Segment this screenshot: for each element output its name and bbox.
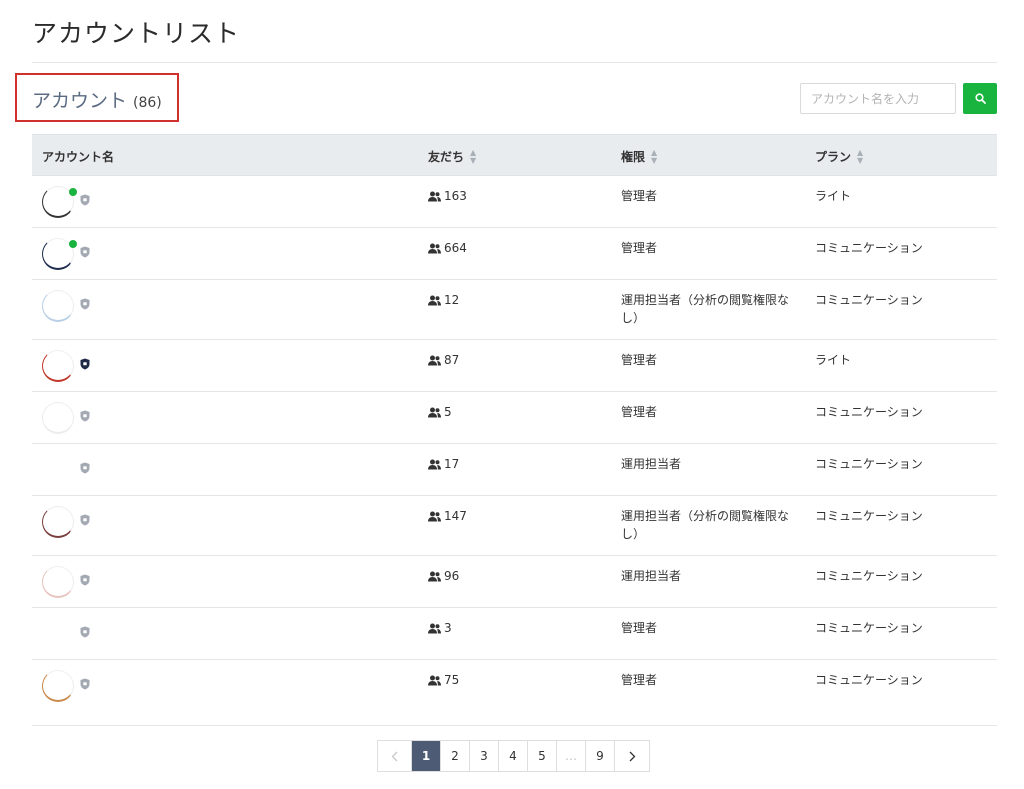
role-cell: 運用担当者（分析の閲覧権限なし） <box>621 293 790 325</box>
friend-count: 17 <box>428 455 459 473</box>
column-header-account-name: アカウント名 <box>42 150 115 164</box>
plan-cell: コミュニケーション <box>815 457 923 471</box>
plan-cell: コミュニケーション <box>815 673 923 687</box>
table-header: アカウント名 友だち ▲ ▼ 権限 ▲ ▼ プラン ▲ ▼ <box>32 134 997 176</box>
plan-cell: ライト <box>815 353 852 367</box>
title-divider <box>32 62 997 63</box>
role-cell: 運用担当者 <box>621 457 682 471</box>
sort-icon: ▲ ▼ <box>651 147 658 165</box>
plan-cell: ライト <box>815 189 852 203</box>
avatar <box>42 506 74 538</box>
plan-cell: コミュニケーション <box>815 569 923 583</box>
pagination-prev-button[interactable] <box>378 741 412 771</box>
people-icon <box>428 623 441 633</box>
table-row[interactable]: 664 管理者 コミュニケーション <box>32 228 997 280</box>
people-icon <box>428 243 441 253</box>
plan-cell: コミュニケーション <box>815 621 923 635</box>
online-status-dot <box>69 188 77 196</box>
search-icon <box>974 93 986 104</box>
section-title: アカウント (86) <box>32 86 162 113</box>
plan-cell: コミュニケーション <box>815 405 923 419</box>
people-icon <box>428 295 441 305</box>
pagination-next-button[interactable] <box>615 741 649 771</box>
friend-count: 96 <box>428 567 459 585</box>
friend-count: 3 <box>428 619 452 637</box>
column-header-plan[interactable]: プラン ▲ ▼ <box>815 148 863 165</box>
account-table-body: 163 管理者 ライト 664 管理者 コミュニケーション 12 運用担当者（分析の閲覧権限な… <box>32 176 997 726</box>
friend-count: 87 <box>428 351 459 369</box>
page-title: アカウントリスト <box>32 19 241 48</box>
friend-count: 12 <box>428 291 459 309</box>
role-cell: 運用担当者（分析の閲覧権限なし） <box>621 509 790 541</box>
people-icon <box>428 571 441 581</box>
shield-icon <box>80 574 90 586</box>
pagination-page-4[interactable]: 4 <box>499 741 528 771</box>
role-cell: 管理者 <box>621 241 658 255</box>
column-header-friends[interactable]: 友だち ▲ ▼ <box>428 148 476 165</box>
shield-icon <box>80 626 90 638</box>
pagination-page-1[interactable]: 1 <box>412 741 441 771</box>
search-input[interactable] <box>800 83 956 114</box>
chevron-left-icon <box>391 751 398 761</box>
role-cell: 管理者 <box>621 673 658 687</box>
pagination-page-5[interactable]: 5 <box>528 741 557 771</box>
online-status-dot <box>69 240 77 248</box>
table-row[interactable]: 163 管理者 ライト <box>32 176 997 228</box>
friend-count: 163 <box>428 187 467 205</box>
friend-count: 664 <box>428 239 467 257</box>
friend-count: 147 <box>428 507 467 525</box>
avatar <box>42 566 74 598</box>
section-title-label: アカウント <box>32 90 128 112</box>
shield-icon <box>80 514 90 526</box>
pagination-ellipsis: … <box>557 741 586 771</box>
account-count: (86) <box>133 95 162 111</box>
shield-icon <box>80 358 90 370</box>
shield-icon <box>80 462 90 474</box>
avatar <box>42 350 74 382</box>
people-icon <box>428 675 441 685</box>
pagination-page-3[interactable]: 3 <box>470 741 499 771</box>
shield-icon <box>80 298 90 310</box>
friend-count: 5 <box>428 403 452 421</box>
sort-icon: ▲ ▼ <box>857 147 864 165</box>
plan-cell: コミュニケーション <box>815 509 923 523</box>
role-cell: 管理者 <box>621 353 658 367</box>
people-icon <box>428 355 441 365</box>
plan-cell: コミュニケーション <box>815 293 923 307</box>
role-cell: 運用担当者 <box>621 569 682 583</box>
avatar <box>42 290 74 322</box>
pagination: 1 2 3 4 5… 9 <box>377 740 650 772</box>
role-cell: 管理者 <box>621 405 658 419</box>
shield-icon <box>80 194 90 206</box>
shield-icon <box>80 678 90 690</box>
table-row[interactable]: 75 管理者 コミュニケーション <box>32 660 997 726</box>
people-icon <box>428 511 441 521</box>
friend-count: 75 <box>428 671 459 689</box>
table-row[interactable]: 17 運用担当者 コミュニケーション <box>32 444 997 496</box>
people-icon <box>428 459 441 469</box>
search-button[interactable] <box>963 83 997 114</box>
column-header-role[interactable]: 権限 ▲ ▼ <box>621 148 657 165</box>
avatar <box>42 402 74 434</box>
chevron-right-icon <box>629 751 635 761</box>
pagination-page-2[interactable]: 2 <box>441 741 470 771</box>
table-row[interactable]: 147 運用担当者（分析の閲覧権限なし） コミュニケーション <box>32 496 997 556</box>
sort-icon: ▲ ▼ <box>470 147 477 165</box>
table-row[interactable]: 12 運用担当者（分析の閲覧権限なし） コミュニケーション <box>32 280 997 340</box>
plan-cell: コミュニケーション <box>815 241 923 255</box>
role-cell: 管理者 <box>621 189 658 203</box>
table-row[interactable]: 87 管理者 ライト <box>32 340 997 392</box>
table-row[interactable]: 5 管理者 コミュニケーション <box>32 392 997 444</box>
shield-icon <box>80 410 90 422</box>
avatar <box>42 670 74 702</box>
shield-icon <box>80 246 90 258</box>
avatar <box>42 618 74 650</box>
table-row[interactable]: 96 運用担当者 コミュニケーション <box>32 556 997 608</box>
people-icon <box>428 407 441 417</box>
table-row[interactable]: 3 管理者 コミュニケーション <box>32 608 997 660</box>
people-icon <box>428 191 441 201</box>
role-cell: 管理者 <box>621 621 658 635</box>
avatar <box>42 454 74 486</box>
pagination-page-9[interactable]: 9 <box>586 741 615 771</box>
